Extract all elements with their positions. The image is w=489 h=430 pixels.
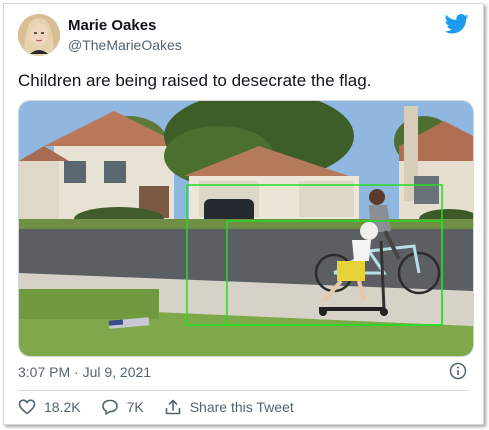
tweet-text: Children are being raised to desecrate t…: [18, 71, 372, 90]
avatar[interactable]: [18, 14, 60, 56]
heart-icon: [18, 399, 36, 415]
share-label: Share this Tweet: [189, 399, 294, 415]
like-count: 18.2K: [44, 399, 81, 415]
reply-count: 7K: [126, 399, 144, 415]
share-icon: [165, 399, 181, 415]
tweet-actions: 18.2K 7K Share this Tweet: [18, 398, 314, 416]
tweet-card: Marie Oakes @TheMarieOakes Children are …: [3, 3, 484, 425]
avatar-image: [18, 14, 60, 56]
share-button[interactable]: Share this Tweet: [164, 398, 294, 416]
reply-bubble-icon: [101, 399, 118, 415]
like-button[interactable]: 18.2K: [18, 398, 81, 416]
divider: [18, 390, 469, 391]
author-name[interactable]: Marie Oakes: [68, 17, 156, 34]
tweet-media[interactable]: [18, 100, 474, 357]
reply-button[interactable]: 7K: [101, 398, 144, 416]
tweet-timestamp[interactable]: 3:07 PM · Jul 9, 2021: [18, 364, 151, 380]
info-icon[interactable]: [449, 362, 467, 380]
twitter-bird-icon[interactable]: [445, 14, 469, 34]
author-handle[interactable]: @TheMarieOakes: [68, 37, 182, 53]
video-still: [19, 101, 473, 356]
